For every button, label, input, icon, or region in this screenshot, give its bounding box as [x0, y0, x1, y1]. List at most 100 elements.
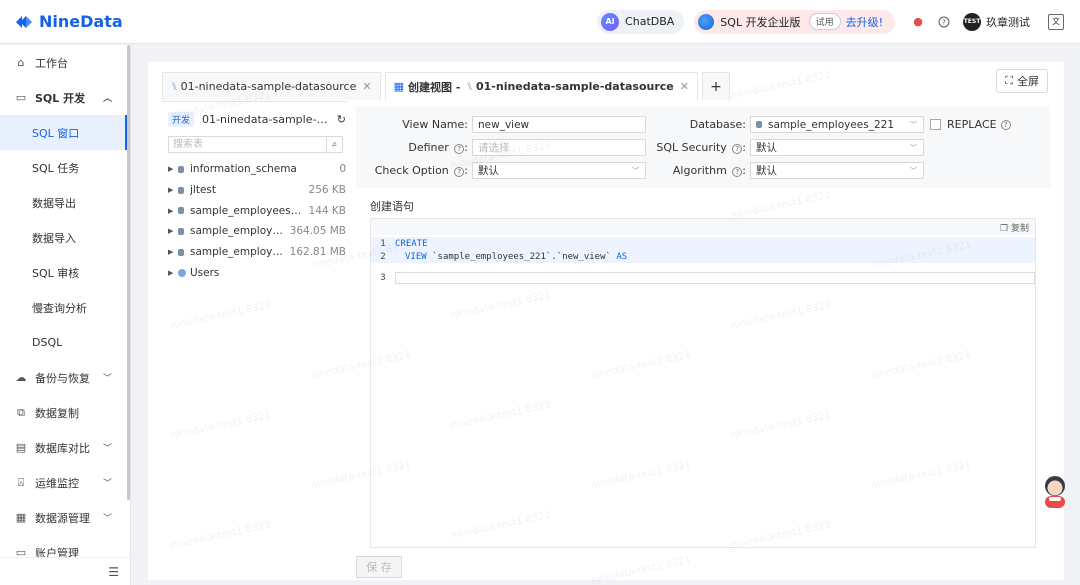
expand-icon[interactable]: ▶ — [168, 165, 178, 173]
expand-icon[interactable]: ▶ — [168, 269, 178, 277]
copy-icon: ❐ — [1000, 223, 1009, 234]
help-icon[interactable]: ? — [732, 144, 743, 154]
chevron-down-icon: ﹀ — [910, 120, 917, 129]
db-tree: ▶ information_schema 0 ▶ jltest 256 KB ▶… — [168, 159, 346, 283]
replicate-icon: ⧉ — [17, 405, 25, 419]
sidebar-item-dsql[interactable]: DSQL — [0, 325, 130, 360]
tree-node[interactable]: ▶ Users — [168, 262, 346, 283]
chevron-down-icon: ﹀ — [910, 166, 917, 175]
help-icon[interactable]: ? — [454, 167, 465, 177]
sidebar: ⌂ 工作台 ▭ SQL 开发 ︿ SQL 窗口 SQL 任务 数据导出 数据导入… — [0, 45, 131, 585]
sidebar-item-label: 慢查询分析 — [32, 301, 87, 315]
definer-input[interactable] — [478, 141, 640, 154]
close-icon[interactable]: ✕ — [680, 80, 689, 93]
tree-node[interactable]: ▶ sample_employees_... 144 KB — [168, 200, 346, 221]
sql-security-select[interactable]: 默认 ﹀ — [750, 139, 924, 156]
view-name-input[interactable] — [478, 118, 640, 131]
sidebar-item-compare[interactable]: ▤ 数据库对比 ﹀ — [0, 430, 130, 465]
sidebar-item-monitor[interactable]: ⍓ 运维监控 ﹀ — [0, 465, 130, 500]
fullscreen-button[interactable]: ⛶ 全屏 — [996, 69, 1048, 93]
tree-node[interactable]: ▶ information_schema 0 — [168, 159, 346, 180]
help-icon[interactable]: ? — [1000, 119, 1011, 130]
sidebar-item-sql-window[interactable]: SQL 窗口 — [0, 115, 130, 150]
sidebar-item-datasource[interactable]: ▦ 数据源管理 ﹀ — [0, 500, 130, 535]
user-name[interactable]: 玖章测试 — [986, 14, 1030, 30]
avatar[interactable]: TEST — [963, 12, 981, 31]
expand-icon[interactable]: ▶ — [168, 248, 178, 256]
help-icon[interactable]: ? — [936, 14, 952, 30]
tab-bar: ⑊ 01-ninedata-sample-datasource ✕ ▦ 创建视图… — [162, 72, 734, 100]
sql-dev-icon: ▭ — [15, 91, 27, 104]
sql-editor[interactable]: ❐ 复制 1 CREATE 2 VIEW `sample_employees_2… — [370, 218, 1036, 548]
node-name: sample_employe... — [190, 246, 286, 259]
check-option-row: Check Option ?: 默认 ﹀ — [356, 162, 646, 179]
top-right-actions: AI ChatDBA SQL 开发企业版 试用 去升级! ● ? TEST 玖章… — [597, 0, 1080, 44]
compare-icon: ▤ — [15, 441, 27, 454]
tab-prefix: 创建视图 - — [407, 80, 461, 94]
replace-checkbox[interactable] — [930, 119, 941, 130]
database-icon — [178, 248, 184, 256]
line-number: 1 — [380, 238, 386, 249]
expand-icon[interactable]: ▶ — [168, 186, 178, 194]
view-name-label: View Name: — [402, 118, 468, 131]
search-icon[interactable]: ⌕ — [326, 137, 342, 152]
code-keyword: AS — [616, 251, 628, 262]
code-area[interactable]: 1 CREATE 2 VIEW `sample_employees_221`.`… — [371, 237, 1035, 284]
save-button[interactable]: 保 存 — [356, 556, 402, 578]
sidebar-item-label: SQL 窗口 — [32, 126, 80, 140]
sidebar-item-slow-query[interactable]: 慢查询分析 — [0, 290, 130, 325]
tab-create-view[interactable]: ▦ 创建视图 - ⑊ 01-ninedata-sample-datasource… — [384, 72, 698, 100]
add-tab-button[interactable]: + — [701, 72, 730, 100]
create-view-pane: View Name: Definer ?: Check Option ?: 默认… — [356, 106, 1050, 580]
datasource-icon: ⑊ — [466, 80, 473, 93]
sidebar-item-sql-dev[interactable]: ▭ SQL 开发 ︿ — [0, 80, 130, 115]
datasource-selector[interactable]: 开发 01-ninedata-sample-data... ↻ — [168, 112, 346, 127]
tab-datasource[interactable]: ⑊ 01-ninedata-sample-datasource ✕ — [162, 72, 381, 100]
collapse-sidebar-button[interactable]: ☰ — [0, 557, 130, 585]
sidebar-scrollbar[interactable] — [127, 45, 130, 500]
sidebar-item-sql-task[interactable]: SQL 任务 — [0, 150, 130, 185]
view-name-field[interactable] — [472, 116, 646, 133]
check-option-select[interactable]: 默认 ﹀ — [472, 162, 646, 179]
expand-icon[interactable]: ▶ — [168, 227, 178, 235]
help-icon[interactable]: ? — [732, 167, 743, 177]
translate-icon[interactable]: 文 — [1048, 13, 1064, 30]
tree-search: ⌕ — [168, 136, 343, 153]
tree-node[interactable]: ▶ sample_employe... 162.81 MB — [168, 242, 346, 263]
replace-label: REPLACE — [947, 118, 997, 131]
sidebar-item-label: SQL 审核 — [32, 266, 80, 280]
fullscreen-icon: ⛶ — [1005, 74, 1013, 87]
help-icon[interactable]: ? — [454, 144, 465, 154]
refresh-icon[interactable]: ↻ — [337, 113, 346, 126]
database-label: Database: — [689, 118, 746, 131]
definer-label-text: Definer — [408, 141, 449, 154]
database-select[interactable]: sample_employees_221 ﹀ — [750, 116, 924, 133]
tree-node[interactable]: ▶ jltest 256 KB — [168, 180, 346, 201]
chevron-down-icon: ﹀ — [632, 166, 639, 175]
sidebar-item-data-export[interactable]: 数据导出 — [0, 185, 130, 220]
sidebar-item-sql-review[interactable]: SQL 审核 — [0, 255, 130, 290]
definer-select[interactable] — [472, 139, 646, 156]
expand-icon[interactable]: ▶ — [168, 207, 178, 215]
node-size: 162.81 MB — [289, 246, 346, 259]
sidebar-item-workbench[interactable]: ⌂ 工作台 — [0, 45, 130, 80]
datasource-name: 01-ninedata-sample-data... — [202, 113, 333, 126]
chatdba-button[interactable]: AI ChatDBA — [597, 9, 685, 34]
cursor-line[interactable] — [395, 271, 1035, 284]
view-options-form: View Name: Definer ?: Check Option ?: 默认… — [356, 106, 1050, 188]
code-line: 1 CREATE — [371, 237, 1035, 250]
sidebar-item-replicate[interactable]: ⧉ 数据复制 — [0, 395, 130, 430]
copy-button[interactable]: ❐ 复制 — [1000, 221, 1029, 234]
sidebar-item-backup[interactable]: ☁ 备份与恢复 ﹀ — [0, 360, 130, 395]
search-input[interactable] — [169, 137, 326, 152]
edition-badge[interactable]: SQL 开发企业版 试用 去升级! — [694, 9, 895, 34]
sidebar-item-data-import[interactable]: 数据导入 — [0, 220, 130, 255]
close-icon[interactable]: ✕ — [362, 80, 371, 93]
algorithm-select[interactable]: 默认 ﹀ — [750, 162, 924, 179]
upgrade-link[interactable]: 去升级! — [846, 14, 883, 30]
bell-icon[interactable]: ● — [910, 14, 926, 30]
logo[interactable]: NineData — [14, 12, 124, 31]
sql-security-label-text: SQL Security — [656, 141, 727, 154]
tree-node[interactable]: ▶ sample_employe... 364.05 MB — [168, 221, 346, 242]
assistant-avatar[interactable] — [1040, 474, 1070, 510]
